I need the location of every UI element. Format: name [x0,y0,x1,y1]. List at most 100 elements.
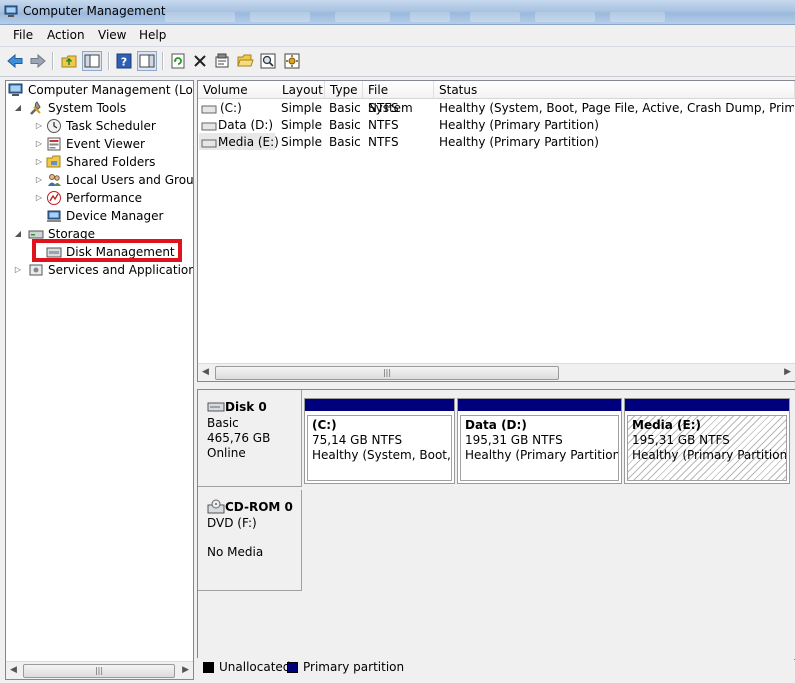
delete-x-icon [194,55,206,67]
tree-horizontal-scrollbar[interactable]: ◀ ||| ▶ [6,661,193,679]
column-header-file-system[interactable]: File System [363,81,434,115]
list-horizontal-scrollbar[interactable]: ◀ ||| ▶ [198,363,795,381]
drive-icon [201,139,217,148]
collapsed-arrow-icon[interactable]: ▷ [34,139,44,149]
volume-type: Basic [329,118,361,132]
scroll-left-icon[interactable]: ◀ [202,367,209,377]
partition-status: Healthy (System, Boot, Pa [312,448,451,462]
disk-graphical-view: Disk 0 Basic 465,76 GB Online (C:) 75,14… [197,389,795,660]
volume-name: Media (E:) [218,135,279,149]
svg-text:?: ? [121,56,127,69]
scroll-right-icon[interactable]: ▶ [182,665,189,675]
highlight-box [32,239,182,262]
search-button[interactable] [258,51,278,71]
event-viewer-icon [47,137,61,151]
volume-type: Basic [329,135,361,149]
cdrom-0-area [302,490,795,590]
users-icon [48,174,61,186]
disk-0-label[interactable]: Disk 0 Basic 465,76 GB Online [198,390,302,487]
collapsed-arrow-icon[interactable]: ▷ [34,193,44,203]
volume-status: Healthy (Primary Partition) [439,135,599,149]
delete-button[interactable] [190,51,210,71]
column-header-layout[interactable]: Layout [277,81,325,99]
refresh-icon [171,53,185,69]
forward-button[interactable] [28,51,48,71]
open-folder-button[interactable] [235,51,255,71]
primary-partition-bar [305,399,454,411]
scroll-thumb[interactable]: ||| [23,664,175,678]
partition-name: Media (E:) [632,418,702,432]
primary-partition-bar [625,399,789,411]
scroll-left-icon[interactable]: ◀ [10,665,17,675]
menu-view[interactable]: View [98,28,126,42]
partition-size: 195,31 GB NTFS [632,433,730,447]
properties-button[interactable] [212,51,232,71]
volume-status: Healthy (Primary Partition) [439,118,599,132]
partition-name: (C:) [312,418,337,432]
forward-arrow-icon [30,53,46,69]
partition-e[interactable]: Media (E:) 195,31 GB NTFS Healthy (Prima… [624,398,790,484]
volume-layout: Simple [281,118,322,132]
menu-help[interactable]: Help [139,28,166,42]
shared-folder-icon [46,155,61,168]
show-hide-tree-button[interactable] [82,51,102,71]
collapsed-arrow-icon[interactable]: ▷ [13,265,23,275]
hard-disk-icon [207,402,225,412]
scroll-right-icon[interactable]: ▶ [784,367,791,377]
volume-fs: NTFS [368,135,399,149]
expanded-arrow-icon[interactable]: ◢ [13,229,23,239]
clock-icon [47,119,61,133]
volume-name: (C:) [220,101,242,115]
menu-file[interactable]: File [13,28,33,42]
disk-size: 465,76 GB [207,431,271,445]
cdrom-state: No Media [207,545,264,559]
performance-icon [47,191,61,205]
toolbar: ? [0,47,795,77]
back-arrow-icon [7,53,23,69]
cdrom-kind: DVD (F:) [207,516,257,530]
partition-name: Data (D:) [465,418,527,432]
menu-bar: File Action View Help [0,25,795,47]
window-title: Computer Management [23,4,166,18]
up-folder-button[interactable] [59,51,79,71]
partition-d[interactable]: Data (D:) 195,31 GB NTFS Healthy (Primar… [457,398,622,484]
menu-action[interactable]: Action [47,28,85,42]
volume-type: Basic [329,101,361,115]
disk-name: Disk 0 [225,400,267,414]
column-header-status[interactable]: Status [434,81,795,99]
disk-0-partitions: (C:) 75,14 GB NTFS Healthy (System, Boot… [302,390,795,486]
back-button[interactable] [5,51,25,71]
partition-c[interactable]: (C:) 75,14 GB NTFS Healthy (System, Boot… [304,398,455,484]
tools-icon [30,101,41,115]
legend: Unallocated Primary partition [197,658,794,678]
cd-drive-icon [207,499,225,514]
volume-layout: Simple [281,101,322,115]
partition-status: Healthy (Primary Partition) [632,448,787,462]
refresh-button[interactable] [168,51,188,71]
settings-button[interactable] [282,51,302,71]
volume-status: Healthy (System, Boot, Page File, Active… [439,101,794,115]
volume-name: Data (D:) [218,118,274,132]
volume-list: Volume Layout Type File System Status (C… [197,80,795,382]
action-pane-icon [139,54,155,68]
help-button[interactable]: ? [114,51,134,71]
help-icon: ? [116,53,132,69]
partition-size: 75,14 GB NTFS [312,433,403,447]
settings-icon [284,53,300,69]
column-header-type[interactable]: Type [325,81,363,99]
cdrom-0-label[interactable]: CD-ROM 0 DVD (F:) No Media [198,490,302,591]
cdrom-name: CD-ROM 0 [225,500,293,514]
computer-management-icon [4,5,18,17]
expanded-arrow-icon[interactable]: ◢ [13,103,23,113]
scroll-thumb[interactable]: ||| [215,366,559,380]
computer-management-icon [8,83,23,96]
drive-icon [201,105,217,114]
collapsed-arrow-icon[interactable]: ▷ [34,157,44,167]
title-bar: Computer Management [0,0,795,25]
collapsed-arrow-icon[interactable]: ▷ [34,175,44,185]
collapsed-arrow-icon[interactable]: ▷ [34,121,44,131]
show-action-pane-button[interactable] [137,51,157,71]
up-folder-icon [61,55,77,68]
partition-status: Healthy (Primary Partition) [465,448,619,462]
legend-primary: Primary partition [303,660,405,674]
